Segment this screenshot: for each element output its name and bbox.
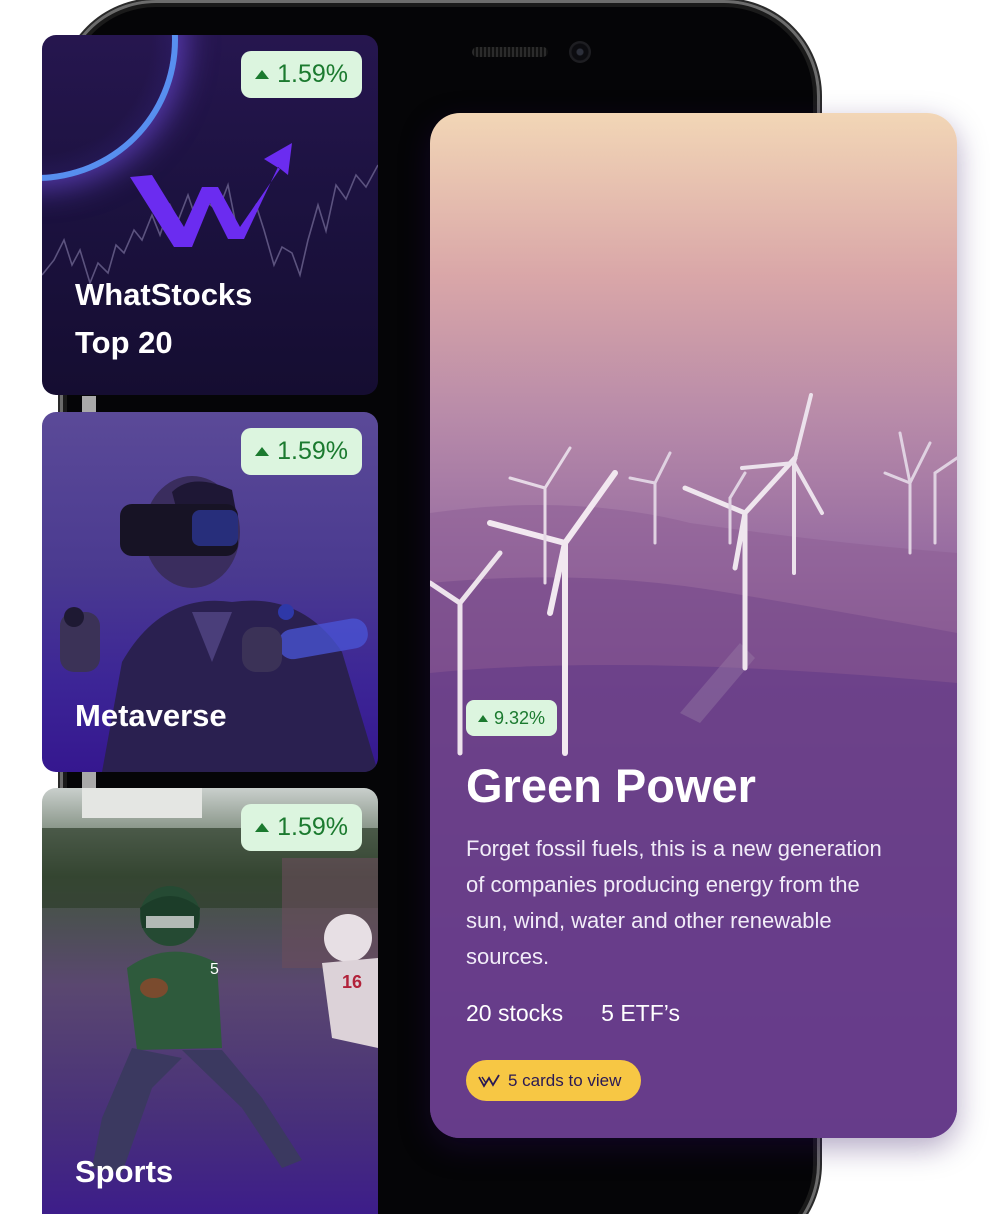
category-card-metaverse[interactable]: 1.59% Metaverse [42,412,378,772]
card-title: WhatStocks Top 20 [75,271,252,367]
svg-text:16: 16 [342,972,362,992]
up-arrow-icon [255,70,270,79]
up-arrow-icon [478,714,488,722]
cards-to-view-label: 5 cards to view [508,1070,622,1090]
phone-edge-accent [82,396,96,412]
change-badge: 9.32% [466,700,558,736]
featured-counts: 20 stocks 5 ETF’s [466,1000,680,1027]
change-badge: 1.59% [241,51,362,98]
card-title-line2: Top 20 [75,325,173,360]
card-title-line1: WhatStocks [75,277,253,312]
stocks-count: 20 stocks [466,1000,564,1026]
whatstocks-w-icon [478,1074,500,1088]
change-value: 1.59% [277,813,348,841]
change-badge: 1.59% [241,428,362,475]
wind-turbines-photo [430,393,957,1138]
card-title: Sports [75,1154,174,1189]
change-badge: 1.59% [241,804,362,851]
phone-speaker [472,47,548,57]
featured-description: Forget fossil fuels, this is a new gener… [466,836,882,969]
etfs-count: 5 ETF’s [601,1000,680,1026]
category-card-sports[interactable]: 5 16 1.59% Sports [42,788,378,1214]
change-value: 1.59% [277,60,348,88]
featured-title: Green Power [466,759,756,812]
featured-card-green-power[interactable]: 9.32% Green Power Forget fossil fuels, t… [430,113,957,1138]
card-title: Metaverse [75,698,227,733]
category-card-whatstocks-top20[interactable]: 1.59% WhatStocks Top 20 [42,35,378,395]
up-arrow-icon [255,447,270,456]
up-arrow-icon [255,823,270,832]
change-value: 1.59% [277,437,348,465]
svg-text:5: 5 [210,961,219,978]
cards-to-view-button[interactable]: 5 cards to view [466,1060,642,1101]
phone-edge-accent [82,772,96,788]
change-value: 9.32% [494,707,546,728]
front-camera [569,41,591,63]
